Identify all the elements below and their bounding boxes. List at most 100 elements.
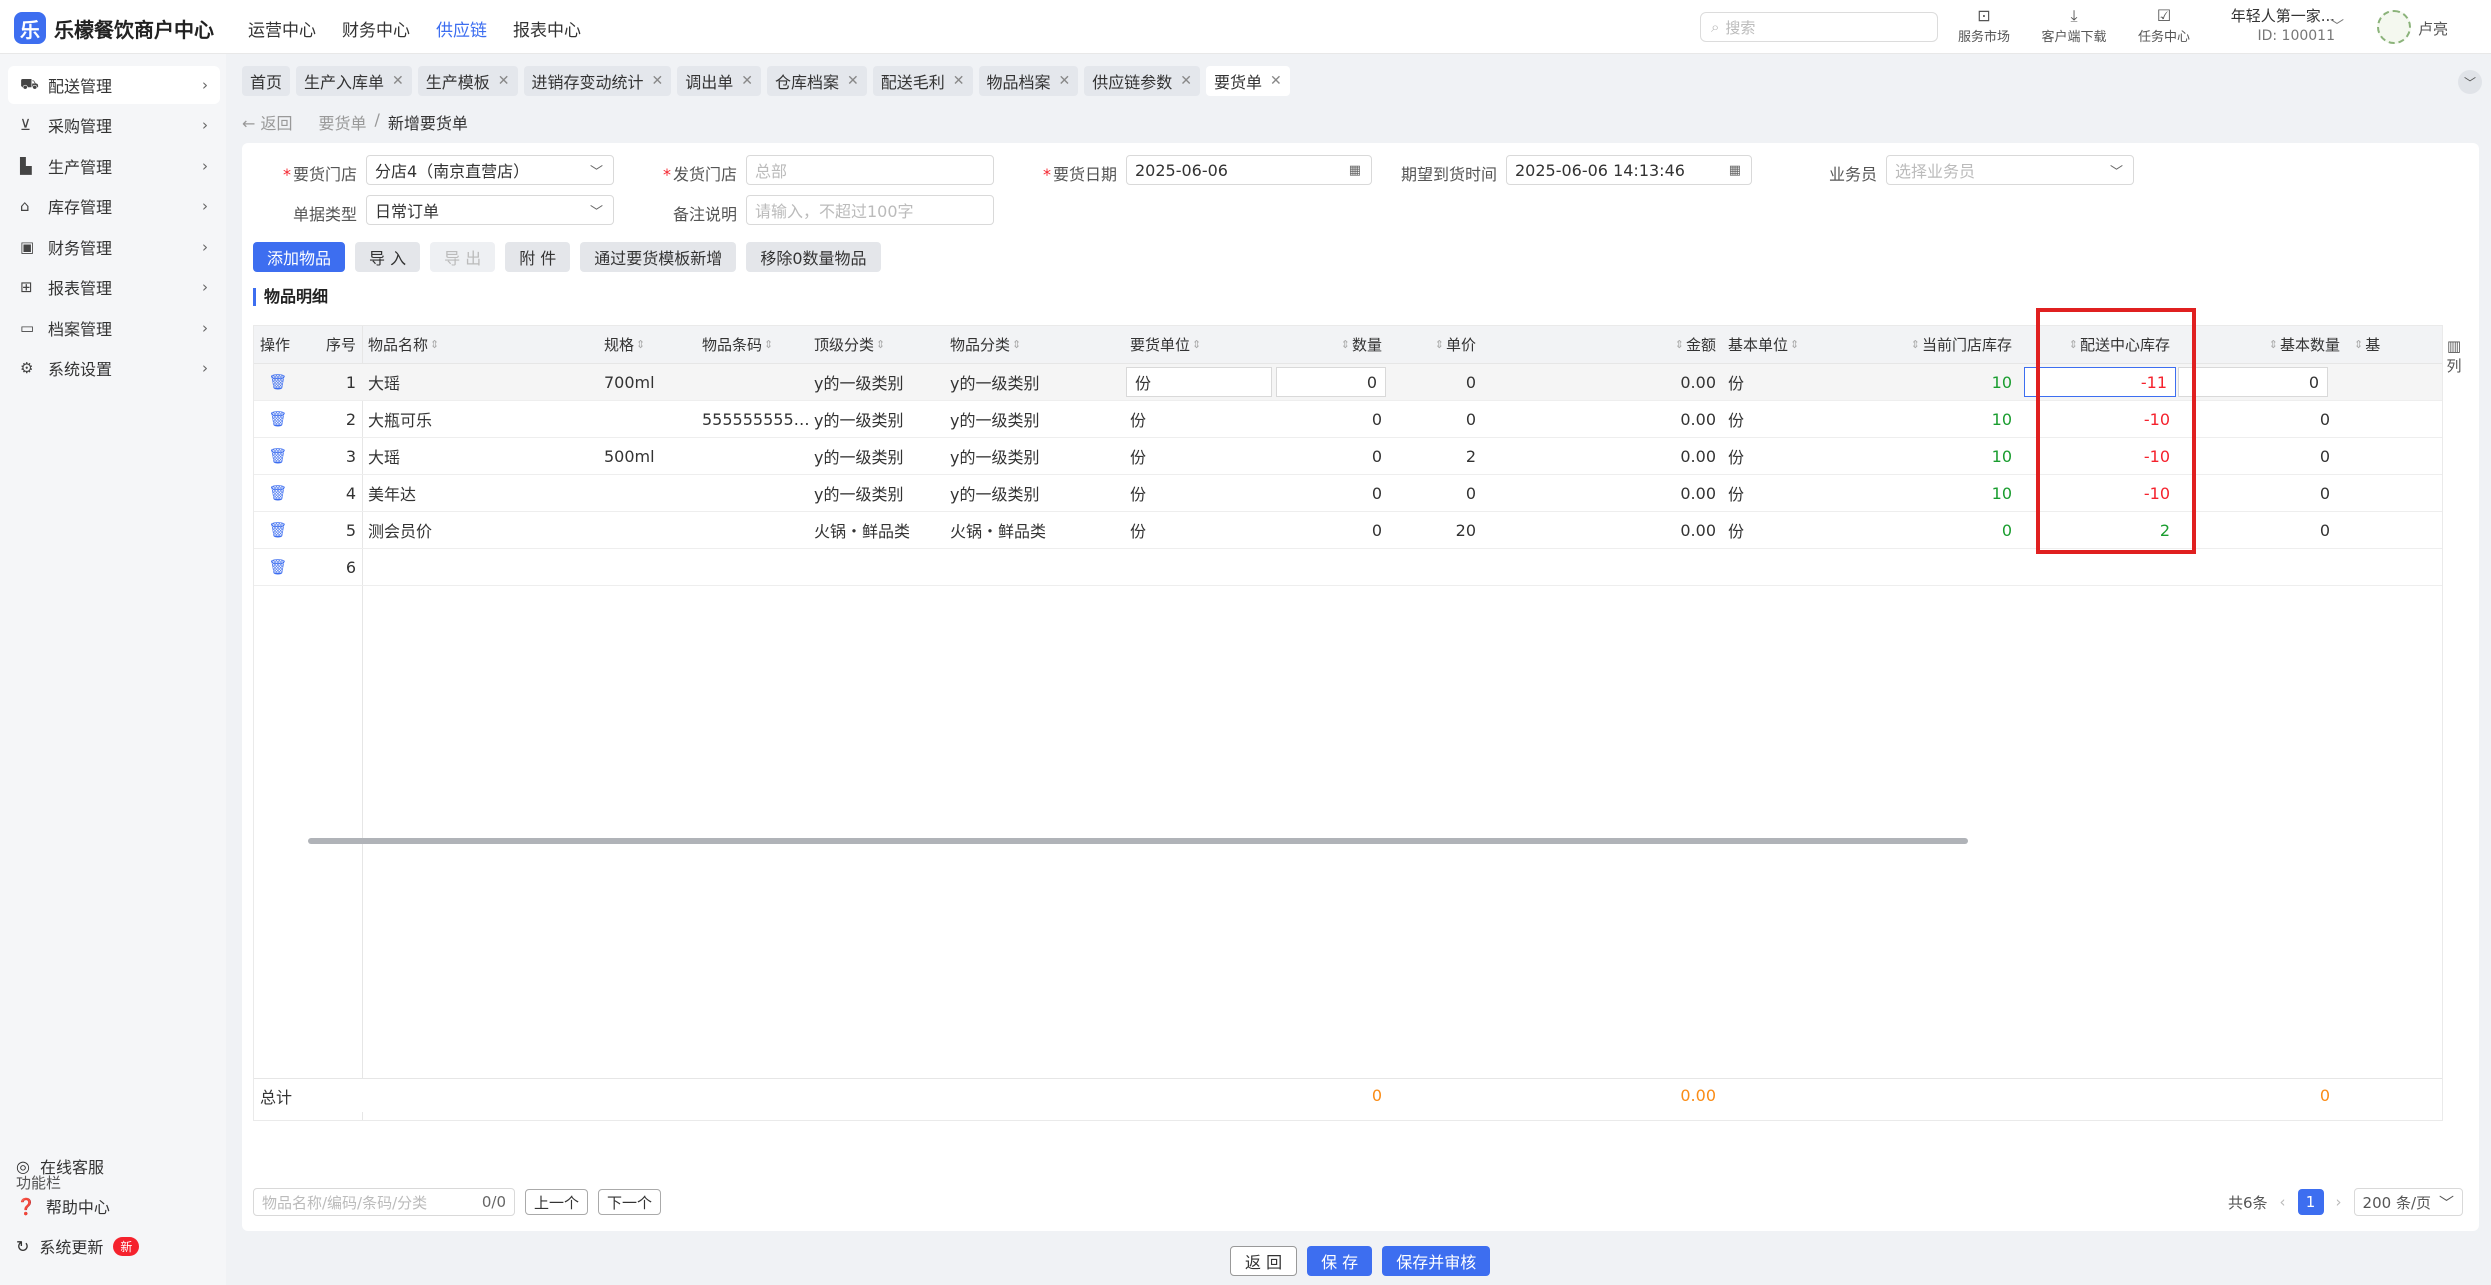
cell-unit: 份 bbox=[1130, 411, 1147, 430]
page-size-select[interactable]: 200 条/页 ﹀ bbox=[2353, 1188, 2464, 1216]
sidebar-item-finance[interactable]: ▣ 财务管理 › bbox=[8, 228, 220, 266]
close-icon[interactable]: ✕ bbox=[953, 73, 965, 89]
th-price[interactable]: ⇕ 单价 bbox=[1388, 326, 1482, 363]
system-update-link[interactable]: ↻ 系统更新新 bbox=[16, 1234, 140, 1258]
close-icon[interactable]: ✕ bbox=[741, 73, 753, 89]
unit-input[interactable]: 份 bbox=[1126, 367, 1272, 397]
date-picker[interactable]: 2025-06-06 ▦ bbox=[1126, 155, 1372, 185]
close-icon[interactable]: ✕ bbox=[1270, 73, 1282, 89]
save-audit-button[interactable]: 保存并审核 bbox=[1382, 1246, 1491, 1276]
breadcrumb-parent[interactable]: 要货单 bbox=[319, 110, 367, 134]
scrollbar-thumb[interactable] bbox=[308, 838, 1968, 844]
logo[interactable]: 乐 乐檬餐饮商户中心 bbox=[14, 12, 214, 44]
prev-match-button[interactable]: 上一个 bbox=[525, 1189, 589, 1215]
horizontal-scrollbar[interactable] bbox=[290, 838, 2217, 844]
client-download-button[interactable]: ⤓ 客户端下载 bbox=[2040, 6, 2108, 45]
close-icon[interactable]: ✕ bbox=[392, 73, 404, 89]
trash-icon[interactable]: 🗑 bbox=[268, 447, 287, 465]
org-switcher[interactable]: 年轻人第一家... ID: 100011 bbox=[2205, 6, 2335, 46]
tab-supply-params[interactable]: 供应链参数 ✕ bbox=[1084, 66, 1201, 96]
trash-icon[interactable]: 🗑 bbox=[268, 558, 287, 576]
page-1-button[interactable]: 1 bbox=[2297, 1189, 2324, 1215]
chevron-down-icon[interactable]: ﹀ bbox=[2330, 16, 2344, 36]
base-qty-input[interactable]: 0 bbox=[2178, 367, 2328, 397]
back-link[interactable]: ← 返回 bbox=[242, 110, 293, 134]
staff-select[interactable]: 选择业务员 ﹀ bbox=[1886, 155, 2134, 185]
th-cat[interactable]: 物品分类 ⇕ bbox=[944, 326, 1124, 363]
chevron-right-icon[interactable]: › bbox=[2336, 1193, 2342, 1211]
sidebar-item-report[interactable]: ⊞ 报表管理 › bbox=[8, 268, 220, 306]
sort-icon: ⇕ bbox=[430, 338, 440, 351]
topnav-supply[interactable]: 供应链 bbox=[436, 16, 487, 41]
topnav-report[interactable]: 报表中心 bbox=[513, 16, 581, 41]
sidebar-item-inventory[interactable]: ⌂ 库存管理 › bbox=[8, 187, 220, 225]
user-name[interactable]: 卢亮 bbox=[2418, 18, 2448, 39]
sidebar-item-archive[interactable]: ▭ 档案管理 › bbox=[8, 309, 220, 347]
expect-time-picker[interactable]: 2025-06-06 14:13:46 ▦ bbox=[1506, 155, 1752, 185]
type-label-text: 单据类型 bbox=[292, 205, 357, 224]
tab-home[interactable]: 首页 bbox=[242, 66, 291, 96]
import-button[interactable]: 导 入 bbox=[355, 242, 421, 272]
tab-requisition[interactable]: 要货单 ✕ bbox=[1206, 66, 1290, 96]
save-button[interactable]: 保 存 bbox=[1307, 1246, 1373, 1276]
sidebar-item-delivery[interactable]: ⛟ 配送管理 › bbox=[8, 66, 220, 104]
sidebar-item-settings[interactable]: ⚙ 系统设置 › bbox=[8, 349, 220, 387]
th-base-unit[interactable]: 基本单位 ⇕ bbox=[1722, 326, 1862, 363]
remove-zero-button[interactable]: 移除0数量物品 bbox=[746, 242, 881, 272]
tab-warehouse[interactable]: 仓库档案 ✕ bbox=[767, 66, 867, 96]
th-amount[interactable]: ⇕ 金额 bbox=[1482, 326, 1722, 363]
service-market-button[interactable]: ⊡ 服务市场 bbox=[1950, 6, 2018, 45]
tab-production-in[interactable]: 生产入库单 ✕ bbox=[296, 66, 412, 96]
sidebar-item-purchase[interactable]: ⊻ 采购管理 › bbox=[8, 106, 220, 144]
close-icon[interactable]: ✕ bbox=[1180, 73, 1192, 89]
column-settings-button[interactable]: ▥ 列 bbox=[2445, 336, 2463, 376]
template-add-button[interactable]: 通过要货模板新增 bbox=[580, 242, 737, 272]
chevron-left-icon[interactable]: ‹ bbox=[2280, 1193, 2286, 1211]
type-select[interactable]: 日常订单 ﹀ bbox=[366, 195, 614, 225]
search-input[interactable]: ⌕ 搜索 bbox=[1700, 12, 1938, 42]
th-spec[interactable]: 规格 ⇕ bbox=[598, 326, 696, 363]
chevron-down-icon[interactable]: ﹀ bbox=[2458, 70, 2482, 94]
th-store-stock[interactable]: ⇕ 当前门店库存 bbox=[1862, 326, 2018, 363]
tab-item-archive[interactable]: 物品档案 ✕ bbox=[978, 66, 1079, 96]
help-center-link[interactable]: ❓ 帮助中心 bbox=[16, 1194, 110, 1218]
th-name[interactable]: 物品名称 ⇕ bbox=[362, 326, 598, 363]
tab-label: 生产入库单 bbox=[304, 73, 385, 92]
trash-icon[interactable]: 🗑 bbox=[268, 410, 287, 428]
th-barcode[interactable]: 物品条码 ⇕ bbox=[696, 326, 808, 363]
trash-icon[interactable]: 🗑 bbox=[268, 373, 287, 391]
tab-production-template[interactable]: 生产模板 ✕ bbox=[417, 66, 518, 96]
tab-stock-change[interactable]: 进销存变动统计 ✕ bbox=[523, 66, 672, 96]
th-qty[interactable]: ⇕ 数量 bbox=[1274, 326, 1388, 363]
inbox-icon: ▭ bbox=[20, 319, 35, 337]
th-unit[interactable]: 要货单位 ⇕ bbox=[1124, 326, 1274, 363]
th-base-qty[interactable]: ⇕ 基本数量 bbox=[2176, 326, 2346, 363]
qty-input[interactable]: 0 bbox=[1276, 367, 1386, 397]
close-icon[interactable]: ✕ bbox=[498, 73, 510, 89]
close-icon[interactable]: ✕ bbox=[847, 73, 859, 89]
online-service-link[interactable]: ◎ 在线客服 bbox=[16, 1154, 104, 1178]
trash-icon[interactable]: 🗑 bbox=[268, 521, 287, 539]
ship-store-input[interactable]: 总部 bbox=[746, 155, 994, 185]
attach-button[interactable]: 附 件 bbox=[505, 242, 571, 272]
topnav-ops[interactable]: 运营中心 bbox=[248, 16, 316, 41]
th-top-cat[interactable]: 顶级分类 ⇕ bbox=[808, 326, 944, 363]
close-icon[interactable]: ✕ bbox=[652, 73, 664, 89]
store-select[interactable]: 分店4（南京直营店） ﹀ bbox=[366, 155, 614, 185]
tab-delivery-profit[interactable]: 配送毛利 ✕ bbox=[872, 66, 973, 96]
tab-transfer-out[interactable]: 调出单 ✕ bbox=[677, 66, 762, 96]
close-icon[interactable]: ✕ bbox=[1059, 73, 1071, 89]
row-search-input[interactable]: 物品名称/编码/条码/分类 0/0 bbox=[253, 1188, 515, 1216]
back-button[interactable]: 返 回 bbox=[1230, 1246, 1298, 1276]
avatar[interactable] bbox=[2377, 10, 2411, 44]
remark-input[interactable]: 请输入，不超过100字 bbox=[746, 195, 994, 225]
task-center-button[interactable]: ☑ 任务中心 bbox=[2130, 6, 2198, 45]
table-row-empty[interactable]: 🗑 6 bbox=[254, 549, 2442, 586]
trash-icon[interactable]: 🗑 bbox=[268, 484, 287, 502]
add-item-button[interactable]: 添加物品 bbox=[253, 242, 346, 272]
topnav-finance[interactable]: 财务中心 bbox=[342, 16, 410, 41]
next-match-button[interactable]: 下一个 bbox=[598, 1189, 662, 1215]
sidebar-item-production[interactable]: ▙ 生产管理 › bbox=[8, 147, 220, 185]
th-more[interactable]: ⇕ 基 bbox=[2346, 326, 2442, 363]
export-button[interactable]: 导 出 bbox=[430, 242, 496, 272]
